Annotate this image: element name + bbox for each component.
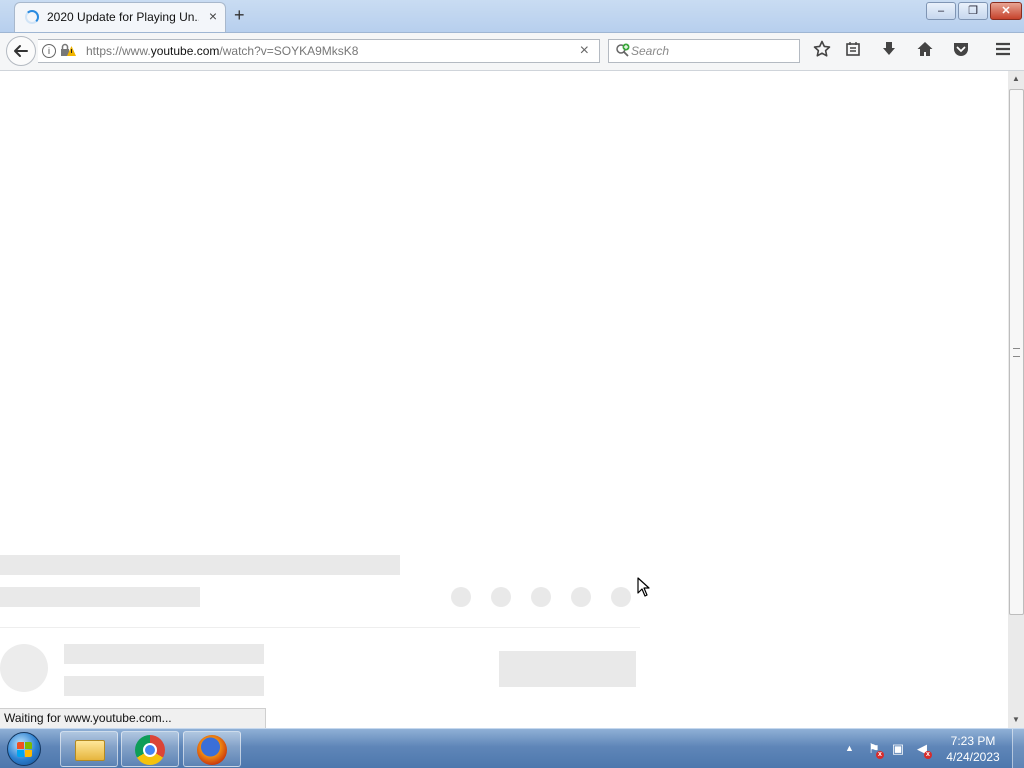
scrollbar-grip-icon: [1013, 348, 1020, 357]
mouse-cursor-icon: [637, 577, 650, 597]
loading-spinner-icon: [25, 10, 39, 24]
scroll-down-arrow-icon[interactable]: ▼: [1008, 712, 1024, 728]
divider: [0, 627, 640, 628]
url-text[interactable]: https://www.youtube.com/watch?v=SOYKA9Mk…: [86, 44, 358, 58]
windows-logo-icon: [7, 732, 41, 766]
search-input[interactable]: [631, 42, 795, 60]
back-arrow-icon: [14, 45, 28, 57]
channel-name-placeholder: [64, 644, 264, 664]
system-clock[interactable]: 7:23 PM 4/24/2023: [938, 733, 1008, 765]
minimize-button[interactable]: –: [926, 2, 956, 20]
video-meta-placeholder: [0, 587, 200, 607]
action-placeholder: [531, 587, 551, 607]
pocket-icon[interactable]: [950, 40, 972, 62]
maximize-button[interactable]: ❐: [958, 2, 988, 20]
folder-icon: [75, 740, 105, 761]
action-placeholder: [451, 587, 471, 607]
taskbar-chrome[interactable]: [121, 731, 179, 767]
subscriber-count-placeholder: [64, 676, 264, 696]
scrollbar-thumb[interactable]: [1009, 89, 1024, 615]
scroll-up-arrow-icon[interactable]: ▲: [1008, 71, 1024, 87]
firefox-icon: [197, 735, 227, 765]
taskbar-firefox[interactable]: [183, 731, 241, 767]
navigation-toolbar: i https://www.youtube.com/watch?v=SOYKA9…: [0, 33, 1024, 71]
search-icon[interactable]: [615, 43, 631, 60]
action-placeholder: [571, 587, 591, 607]
bookmark-star-icon[interactable]: [811, 40, 833, 62]
subscribe-button-placeholder: [499, 651, 636, 687]
tab-youtube[interactable]: 2020 Update for Playing Un... ×: [14, 2, 226, 32]
page-content: Waiting for www.youtube.com...: [0, 71, 1008, 728]
home-icon[interactable]: [914, 40, 936, 62]
back-button[interactable]: [6, 36, 36, 66]
action-center-flag-icon[interactable]: ⚑ x: [866, 741, 884, 759]
url-path: /watch?v=SOYKA9MksK8: [219, 44, 359, 58]
search-box[interactable]: [608, 39, 800, 63]
reading-list-icon[interactable]: [842, 40, 864, 62]
search-glyph-icon: [616, 43, 630, 57]
tab-close-icon[interactable]: ×: [209, 8, 217, 24]
volume-muted-icon[interactable]: ◀ x: [914, 741, 932, 759]
clock-time: 7:23 PM: [950, 734, 996, 748]
url-clear-icon[interactable]: ×: [580, 41, 589, 61]
lock-warning-icon[interactable]: [60, 43, 76, 60]
vertical-scrollbar[interactable]: ▲ ▼: [1008, 71, 1024, 728]
taskbar-file-explorer[interactable]: [60, 731, 118, 767]
status-bar: Waiting for www.youtube.com...: [0, 708, 266, 728]
show-hidden-icons-icon[interactable]: ▲: [845, 743, 854, 753]
tab-title: 2020 Update for Playing Un...: [47, 10, 199, 24]
action-placeholder: [491, 587, 511, 607]
hamburger-menu-icon[interactable]: [992, 40, 1014, 62]
windows-taskbar: ▲ ⚑ x ▣ ◀ x 7:23 PM 4/24/2023: [0, 728, 1024, 768]
window-close-button[interactable]: ✕: [990, 2, 1022, 20]
lock-warning-glyph-icon: [61, 43, 76, 56]
new-tab-button[interactable]: +: [234, 5, 245, 25]
action-placeholder: [611, 587, 631, 607]
site-info-icon[interactable]: i: [42, 44, 56, 58]
url-host: youtube.com: [150, 44, 220, 58]
url-prefix: https://www.: [86, 44, 151, 58]
video-title-placeholder: [0, 555, 400, 575]
start-button[interactable]: [4, 730, 48, 768]
address-bar[interactable]: i https://www.youtube.com/watch?v=SOYKA9…: [38, 39, 600, 63]
downloads-icon[interactable]: [878, 40, 900, 62]
channel-avatar-placeholder: [0, 644, 48, 692]
chrome-icon: [135, 735, 165, 765]
network-icon[interactable]: ▣: [890, 741, 906, 757]
clock-date: 4/24/2023: [946, 750, 1000, 764]
show-desktop-button[interactable]: [1012, 729, 1024, 768]
tab-strip: 2020 Update for Playing Un... × + – ❐ ✕: [0, 0, 1024, 33]
